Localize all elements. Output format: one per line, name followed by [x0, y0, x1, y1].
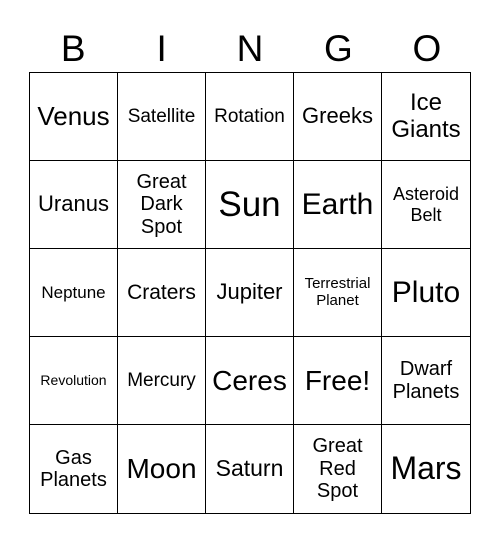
bingo-cell[interactable]: Asteroid Belt	[382, 161, 470, 249]
header-letter-i: I	[156, 28, 167, 69]
bingo-cell-text: Ceres	[212, 364, 287, 396]
bingo-cell-text: Great Dark Spot	[136, 170, 187, 238]
bingo-cell-text: Revolution	[40, 371, 107, 388]
bingo-cell[interactable]: Terrestrial Planet	[294, 249, 382, 337]
bingo-cell-text: Rotation	[214, 105, 285, 127]
header-letter-n: N	[236, 28, 264, 69]
bingo-cell-text: Free!	[304, 364, 371, 396]
bingo-cell-text: Gas Planets	[40, 446, 107, 491]
header-letter-b: B	[60, 28, 86, 69]
bingo-cell-text: Uranus	[38, 191, 109, 217]
bingo-cell-text: Terrestrial Planet	[304, 274, 371, 309]
bingo-cell[interactable]: Saturn	[206, 425, 294, 513]
bingo-cell-text: Asteroid Belt	[392, 184, 460, 225]
bingo-cell[interactable]: Revolution	[30, 337, 118, 425]
bingo-cell-text: Pluto	[391, 275, 461, 309]
bingo-cell[interactable]: Dwarf Planets	[382, 337, 470, 425]
bingo-cell[interactable]: Craters	[118, 249, 206, 337]
bingo-cell-text: Great Red Spot	[312, 435, 363, 503]
bingo-cell-text: Greeks	[302, 103, 373, 129]
bingo-cell-text: Venus	[37, 100, 110, 131]
bingo-cell[interactable]: Uranus	[30, 161, 118, 249]
bingo-cell[interactable]: Ice Giants	[382, 73, 470, 161]
bingo-cell[interactable]: Satellite	[118, 73, 206, 161]
bingo-grid: Venus Satellite Rotation Greeks Ice Giants Ur…	[29, 72, 471, 514]
bingo-cell[interactable]: Venus	[30, 73, 118, 161]
bingo-header: B I N G O	[29, 26, 471, 72]
bingo-cell[interactable]: Sun	[206, 161, 294, 249]
bingo-cell-text: Moon	[126, 453, 197, 485]
bingo-cell[interactable]: Moon	[118, 425, 206, 513]
bingo-cell-text: Mercury	[127, 369, 196, 391]
bingo-cell[interactable]: Mercury	[118, 337, 206, 425]
bingo-cell-text: Dwarf Planets	[392, 358, 460, 403]
bingo-cell[interactable]: Free!	[294, 337, 382, 425]
bingo-cell[interactable]: Great Dark Spot	[118, 161, 206, 249]
bingo-cell[interactable]: Gas Planets	[30, 425, 118, 513]
bingo-cell[interactable]: Mars	[382, 425, 470, 513]
bingo-cell[interactable]: Great Red Spot	[294, 425, 382, 513]
bingo-cell-text: Craters	[127, 280, 196, 304]
bingo-cell[interactable]: Earth	[294, 161, 382, 249]
bingo-cell[interactable]: Rotation	[206, 73, 294, 161]
bingo-cell[interactable]: Greeks	[294, 73, 382, 161]
bingo-cell[interactable]: Neptune	[30, 249, 118, 337]
bingo-cell-text: Mars	[390, 450, 462, 487]
bingo-cell[interactable]: Pluto	[382, 249, 470, 337]
bingo-cell[interactable]: Ceres	[206, 337, 294, 425]
bingo-cell-text: Ice Giants	[391, 88, 461, 143]
bingo-cell-text: Saturn	[215, 455, 284, 482]
header-letter-o: O	[412, 28, 442, 69]
bingo-cell-text: Sun	[218, 184, 281, 224]
header-letter-g: G	[324, 28, 353, 69]
bingo-cell-text: Earth	[301, 187, 374, 221]
bingo-cell-text: Satellite	[127, 105, 196, 127]
bingo-cell-text: Jupiter	[216, 279, 283, 305]
bingo-cell-text: Neptune	[41, 282, 106, 302]
bingo-cell[interactable]: Jupiter	[206, 249, 294, 337]
